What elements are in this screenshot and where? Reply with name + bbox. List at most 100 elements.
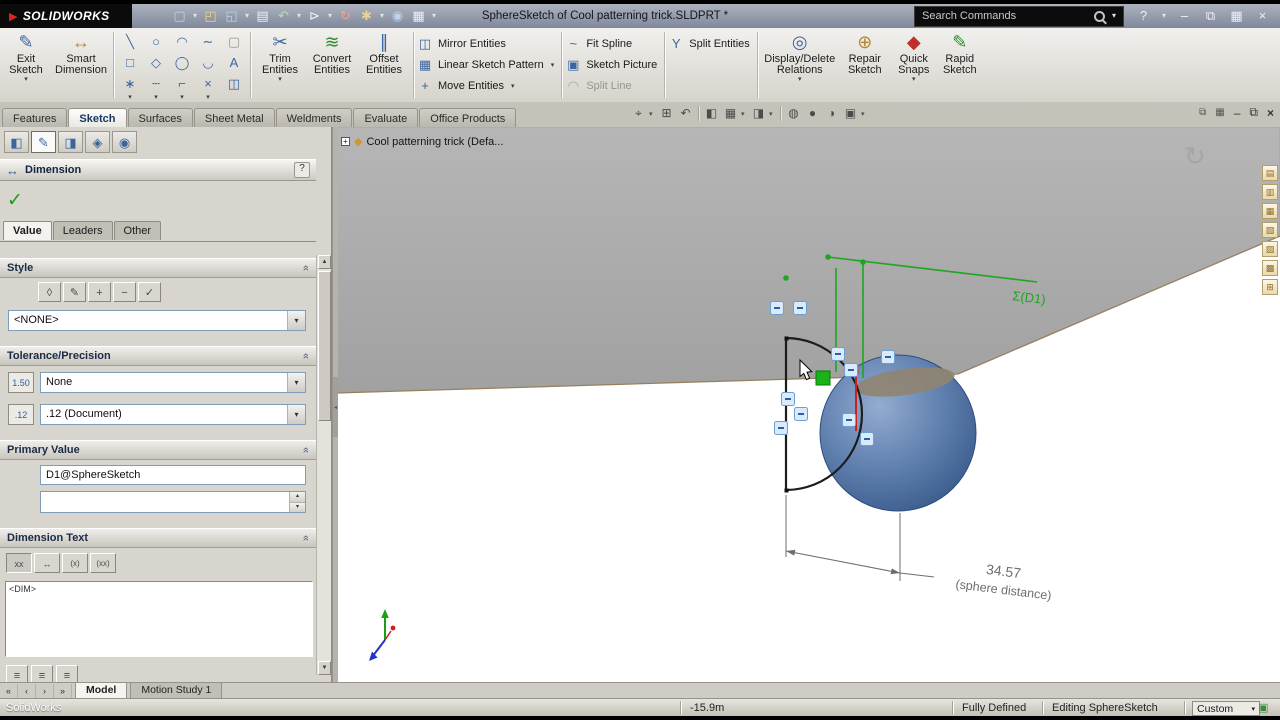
tab-scroll-last-button[interactable]: »	[54, 684, 72, 698]
save-button[interactable]: ◱	[222, 6, 241, 26]
sketch-polygon-button[interactable]: ◇	[143, 52, 169, 73]
quick-snaps-button[interactable]: ◆ Quick Snaps ▾	[891, 28, 937, 84]
sketch-endpoint[interactable]	[784, 336, 789, 341]
sketch-centerline-button[interactable]: ┄	[143, 73, 169, 94]
sketch-arc-button[interactable]: ◠	[169, 31, 195, 52]
chevron-down-icon[interactable]: ▾	[861, 110, 868, 118]
scroll-up-button[interactable]: ▲	[318, 255, 331, 269]
display-manager-tab[interactable]: ◉	[112, 131, 137, 153]
tolerance-dropdown[interactable]: None ▾	[40, 372, 306, 393]
doc-pane-button[interactable]: ⧉	[1199, 107, 1206, 118]
sketch-slot-button[interactable]: ▢	[221, 31, 247, 52]
undo-button[interactable]: ↶	[274, 6, 293, 26]
close-button[interactable]: ×	[1253, 6, 1272, 26]
restore-button[interactable]: ⧉	[1201, 6, 1220, 26]
doc-restore-button[interactable]: ⧉	[1249, 105, 1258, 120]
spin-down-button[interactable]: ▾	[290, 502, 305, 512]
property-manager-tab[interactable]: ✎	[31, 131, 56, 153]
tab-sheet-metal[interactable]: Sheet Metal	[193, 108, 275, 128]
dimension-note-text[interactable]: (sphere distance)	[955, 577, 1053, 603]
mirror-entities-button[interactable]: ◫ Mirror Entities	[417, 35, 558, 52]
sketch-mirror-quick-button[interactable]: ◫	[221, 73, 247, 94]
dimxpert-manager-tab[interactable]: ◈	[85, 131, 110, 153]
sketch-ellipse-button[interactable]: ◯	[169, 52, 195, 73]
tab-scroll-prev-button[interactable]: ‹	[18, 684, 36, 698]
right-tool-6[interactable]: ▩	[1262, 260, 1278, 276]
scroll-down-button[interactable]: ▼	[318, 661, 331, 675]
chevron-down-icon[interactable]: ▾	[287, 405, 305, 424]
style-delete-button[interactable]: −	[113, 282, 136, 302]
help-caret[interactable]: ▾	[1160, 6, 1168, 26]
chevron-down-icon[interactable]: ▾	[649, 110, 656, 118]
graphics-viewport[interactable]: + ◆ Cool patterning trick (Defa... ▤ ▥ ▦…	[338, 127, 1280, 682]
right-tool-2[interactable]: ▥	[1262, 184, 1278, 200]
ok-button[interactable]: ✓	[7, 189, 23, 212]
style-update-button[interactable]: +	[88, 282, 111, 302]
section-view-button[interactable]: ◧	[703, 104, 720, 123]
scrollbar-thumb[interactable]	[318, 271, 331, 421]
repair-sketch-button[interactable]: ⊕ Repair Sketch	[839, 28, 891, 76]
minimize-button[interactable]: –	[1175, 6, 1194, 26]
offset-text-button[interactable]: ↔	[34, 553, 60, 573]
right-tool-4[interactable]: ▧	[1262, 222, 1278, 238]
sketch-endpoint[interactable]	[784, 488, 789, 493]
style-dropdown[interactable]: <NONE> ▾	[8, 310, 306, 331]
style-section-header[interactable]: Style »	[0, 258, 316, 278]
tab-sketch[interactable]: Sketch	[68, 108, 127, 128]
new-document-caret[interactable]: ▾	[191, 6, 199, 26]
paren-value-button[interactable]: (x)	[62, 553, 88, 573]
model-tab[interactable]: Model	[75, 682, 128, 698]
style-add-button[interactable]: ✎	[63, 282, 86, 302]
sketch-spline-button[interactable]: ∼	[195, 31, 221, 52]
sketch-line-button[interactable]: ╲	[117, 31, 143, 52]
reference-plane[interactable]	[338, 127, 1280, 394]
feature-tree-flyout[interactable]: + ◆ Cool patterning trick (Defa...	[341, 135, 503, 148]
right-tool-3[interactable]: ▦	[1262, 203, 1278, 219]
tab-scroll-next-button[interactable]: ›	[36, 684, 54, 698]
tab-office-products[interactable]: Office Products	[419, 108, 517, 128]
primary-value-section-header[interactable]: Primary Value »	[0, 440, 316, 460]
fit-spline-button[interactable]: ~ Fit Spline	[565, 35, 661, 52]
rapid-sketch-button[interactable]: ✎ Rapid Sketch	[937, 28, 983, 76]
spin-up-button[interactable]: ▴	[290, 492, 305, 503]
expand-icon[interactable]: +	[341, 137, 350, 146]
smart-dimension-button[interactable]: ↔ Smart Dimension	[52, 28, 110, 76]
right-tool-7[interactable]: ⊞	[1262, 279, 1278, 295]
right-tool-1[interactable]: ▤	[1262, 165, 1278, 181]
exit-sketch-button[interactable]: ✎ Exit Sketch ▾	[0, 28, 52, 84]
move-entities-button[interactable]: + Move Entities ▾	[417, 77, 558, 94]
save-caret[interactable]: ▾	[243, 6, 251, 26]
tab-evaluate[interactable]: Evaluate	[353, 108, 419, 128]
open-document-button[interactable]: ◰	[201, 6, 220, 26]
configuration-dropdown[interactable]: Custom ▾	[1192, 701, 1260, 716]
linear-sketch-pattern-button[interactable]: ▦ Linear Sketch Pattern ▾	[417, 56, 558, 73]
sketch-fillet-button[interactable]: ⌐	[169, 73, 195, 94]
search-caret[interactable]: ▾	[1110, 6, 1118, 26]
dimension-name-field[interactable]: D1@SphereSketch	[40, 465, 306, 485]
paren-all-button[interactable]: (xx)	[90, 553, 116, 573]
sketch-text-button[interactable]: A	[221, 52, 247, 73]
split-entities-button[interactable]: Y Split Entities	[668, 35, 754, 52]
help-button[interactable]: ?	[1134, 6, 1153, 26]
selected-point-handle[interactable]	[815, 370, 831, 386]
search-commands-box[interactable]: ▾	[914, 5, 1124, 27]
apply-scene-button[interactable]: ◑	[823, 104, 840, 123]
doc-minimize-button[interactable]: –	[1234, 106, 1241, 120]
display-delete-relations-button[interactable]: ◎ Display/Delete Relations ▾	[761, 28, 839, 84]
trim-entities-button[interactable]: ✂ Trim Entities ▾	[254, 28, 306, 84]
tab-scroll-first-button[interactable]: «	[0, 684, 18, 698]
motion-study-tab[interactable]: Motion Study 1	[130, 682, 223, 698]
dimension-text-section-header[interactable]: Dimension Text »	[0, 528, 316, 548]
sketch-trim-quick-button[interactable]: ×	[195, 73, 221, 94]
tab-other[interactable]: Other	[113, 221, 162, 240]
precision-dropdown[interactable]: .12 (Document) ▾	[40, 404, 306, 425]
tab-surfaces[interactable]: Surfaces	[127, 108, 193, 128]
print-button[interactable]: ▤	[253, 6, 272, 26]
panel-scrollbar[interactable]: ▲ ▼	[316, 255, 331, 675]
feature-tree-root-label[interactable]: Cool patterning trick (Defa...	[366, 136, 503, 148]
sketch-circle-button[interactable]: ○	[143, 31, 169, 52]
chevron-down-icon[interactable]: ▾	[769, 110, 776, 118]
sketch-rectangle-button[interactable]: □	[117, 52, 143, 73]
configuration-manager-tab[interactable]: ◨	[58, 131, 83, 153]
view-settings-button[interactable]: ▣	[842, 104, 859, 123]
